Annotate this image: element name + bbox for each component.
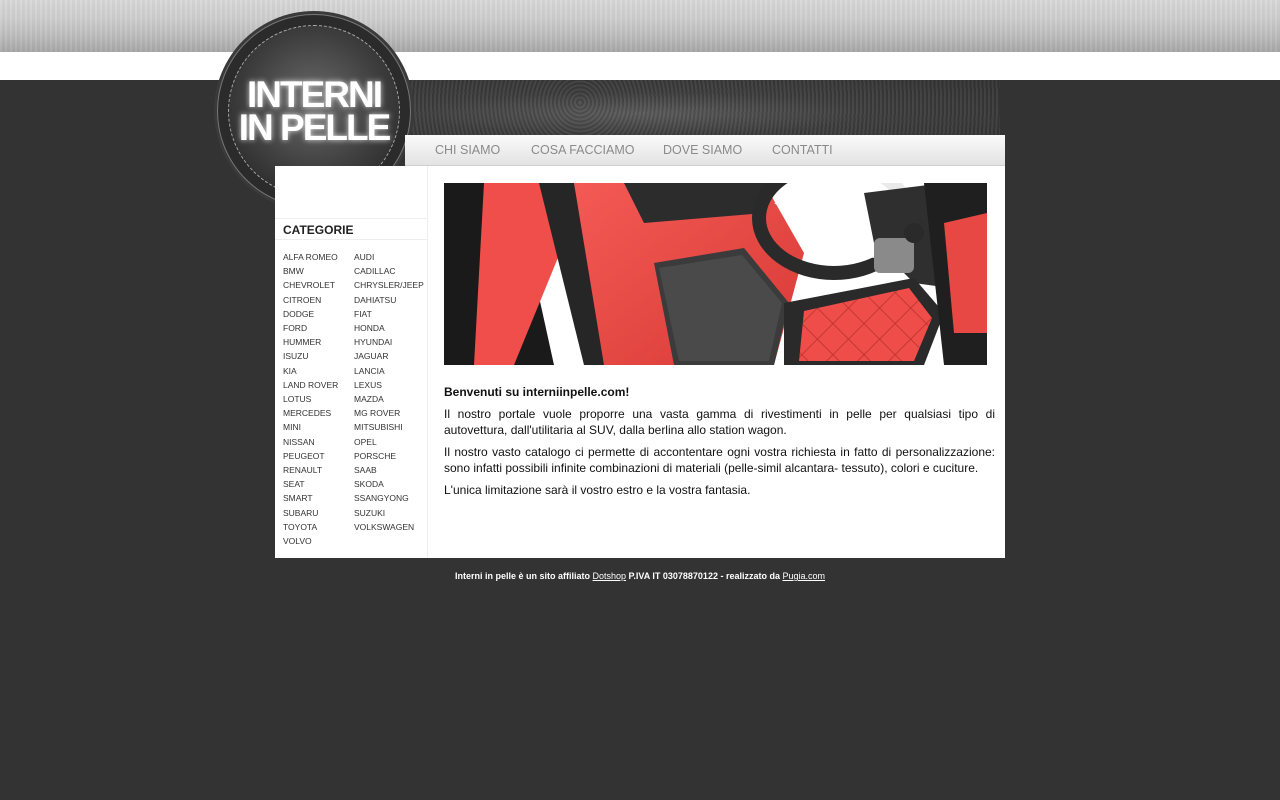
intro-paragraph-2: Il nostro vasto catalogo ci permette di … [444, 445, 995, 475]
logo-line-2: IN PELLE [238, 107, 392, 148]
welcome-heading: Benvenuti su interniinpelle.com! [444, 385, 630, 399]
category-link[interactable]: LEXUS [354, 380, 382, 390]
hero-image [444, 183, 987, 365]
footer-link-pugia[interactable]: Pugia.com [782, 571, 825, 581]
category-link[interactable]: SMART [283, 493, 313, 503]
header-white-strip [0, 52, 1280, 80]
footer-link-dotshop[interactable]: Dotshop [593, 571, 627, 581]
category-link[interactable]: FORD [283, 323, 307, 333]
category-link[interactable]: MINI [283, 422, 301, 432]
category-link[interactable]: SUZUKI [354, 508, 385, 518]
category-link[interactable]: JAGUAR [354, 351, 388, 361]
footer-text-1: Interni in pelle è un sito affiliato [455, 571, 593, 581]
top-header-band [0, 0, 1280, 52]
category-link[interactable]: VOLKSWAGEN [354, 522, 414, 532]
footer: Interni in pelle è un sito affiliato Dot… [0, 571, 1280, 581]
category-link[interactable]: VOLVO [283, 536, 312, 546]
nav-contatti[interactable]: CONTATTI [772, 143, 833, 157]
category-link[interactable]: BMW [283, 266, 304, 276]
category-link[interactable]: MERCEDES [283, 408, 331, 418]
category-link[interactable]: LANCIA [354, 366, 385, 376]
category-link[interactable]: PORSCHE [354, 451, 396, 461]
footer-text-2: P.IVA IT 03078870122 - realizzato da [626, 571, 783, 581]
main-nav: CHI SIAMO COSA FACCIAMO DOVE SIAMO CONTA… [405, 135, 1005, 166]
category-link[interactable]: HUMMER [283, 337, 321, 347]
category-link[interactable]: LOTUS [283, 394, 311, 404]
logo-text: INTERNI IN PELLE [229, 76, 399, 148]
nav-dove-siamo[interactable]: DOVE SIAMO [663, 143, 742, 157]
category-link[interactable]: DAHIATSU [354, 295, 396, 305]
car-interior-illustration [444, 183, 987, 365]
welcome-text: Benvenuti su interniinpelle.com! Il nost… [444, 384, 995, 504]
category-link[interactable]: TOYOTA [283, 522, 317, 532]
intro-paragraph-3: L'unica limitazione sarà il vostro estro… [444, 483, 751, 497]
category-link[interactable]: HONDA [354, 323, 385, 333]
category-link[interactable]: SAAB [354, 465, 377, 475]
category-link[interactable]: MITSUBISHI [354, 422, 403, 432]
sidebar: CATEGORIE ALFA ROMEO BMW CHEVROLET CITROEN D… [275, 166, 428, 558]
category-link[interactable]: NISSAN [283, 437, 315, 447]
category-link[interactable]: CITROEN [283, 295, 321, 305]
category-link[interactable]: CHEVROLET [283, 280, 335, 290]
category-link[interactable]: HYUNDAI [354, 337, 392, 347]
category-link[interactable]: FIAT [354, 309, 372, 319]
category-link[interactable]: AUDI [354, 252, 374, 262]
intro-paragraph-1: Il nostro portale vuole proporre una vas… [444, 407, 995, 437]
category-link[interactable]: DODGE [283, 309, 314, 319]
category-link[interactable]: ALFA ROMEO [283, 252, 338, 262]
category-link[interactable]: RENAULT [283, 465, 322, 475]
category-link[interactable]: ISUZU [283, 351, 309, 361]
category-link[interactable]: SEAT [283, 479, 305, 489]
category-link[interactable]: CHRYSLER/JEEP [354, 280, 424, 290]
leather-texture-banner [400, 80, 1000, 136]
category-link[interactable]: KIA [283, 366, 297, 376]
category-link[interactable]: PEUGEOT [283, 451, 325, 461]
category-link[interactable]: MG ROVER [354, 408, 400, 418]
category-link[interactable]: CADILLAC [354, 266, 396, 276]
category-link[interactable]: SUBARU [283, 508, 318, 518]
category-link[interactable]: LAND ROVER [283, 380, 338, 390]
content-panel: CATEGORIE ALFA ROMEO BMW CHEVROLET CITROEN D… [275, 166, 1005, 558]
category-link[interactable]: SKODA [354, 479, 384, 489]
categories-title: CATEGORIE [275, 218, 427, 240]
nav-chi-siamo[interactable]: CHI SIAMO [435, 143, 500, 157]
category-link[interactable]: SSANGYONG [354, 493, 409, 503]
nav-cosa-facciamo[interactable]: COSA FACCIAMO [531, 143, 635, 157]
category-link[interactable]: OPEL [354, 437, 377, 447]
category-link[interactable]: MAZDA [354, 394, 384, 404]
